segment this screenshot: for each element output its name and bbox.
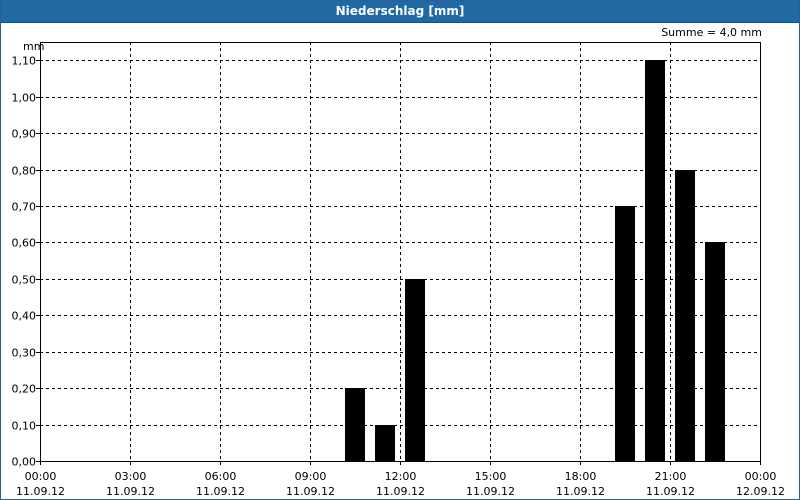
precipitation-bar xyxy=(645,60,665,461)
x-tick-date-label: 11.09.12 xyxy=(376,485,425,498)
y-axis-unit-label: mm xyxy=(23,40,44,53)
y-tick-label: 1,10 xyxy=(12,55,37,68)
y-tick-label: 0,80 xyxy=(12,165,37,178)
precipitation-chart: mm Summe = 4,0 mm 0,00 0,10 0,20 0,30 0,40 0,… xyxy=(12,26,785,498)
precipitation-bar xyxy=(405,279,425,461)
y-tick-label: 0,50 xyxy=(12,274,37,287)
x-tick-time-label: 03:00 xyxy=(115,470,147,483)
x-tick-date-label: 11.09.12 xyxy=(646,485,695,498)
x-tick-date-label: 11.09.12 xyxy=(16,485,65,498)
x-tick-time-label: 06:00 xyxy=(205,470,237,483)
x-tick-time-label: 15:00 xyxy=(475,470,507,483)
precipitation-bar xyxy=(375,425,395,461)
x-tick-time-label: 09:00 xyxy=(295,470,327,483)
y-tick-label: 1,00 xyxy=(12,92,37,105)
y-tick-label: 0,40 xyxy=(12,310,37,323)
x-tick-date-label: 11.09.12 xyxy=(196,485,245,498)
y-tick-label: 0,60 xyxy=(12,237,37,250)
x-tick-time-label: 00:00 xyxy=(25,470,57,483)
x-tick-time-label: 18:00 xyxy=(565,470,597,483)
precipitation-bar xyxy=(675,170,695,461)
y-tick-label: 0,20 xyxy=(12,383,37,396)
precipitation-bar xyxy=(345,388,365,461)
y-tick-label: 0,30 xyxy=(12,347,37,360)
x-tick-date-label: 11.09.12 xyxy=(286,485,335,498)
x-tick-time-label: 00:00 xyxy=(745,470,777,483)
y-tick-label: 0,90 xyxy=(12,128,37,141)
y-tick-label: 0,70 xyxy=(12,201,37,214)
precipitation-bar xyxy=(615,206,635,461)
sum-annotation: Summe = 4,0 mm xyxy=(661,26,762,39)
x-tick-date-label: 11.09.12 xyxy=(556,485,605,498)
y-tick-label: 0,00 xyxy=(12,456,37,469)
x-tick-time-label: 21:00 xyxy=(655,470,687,483)
precipitation-bar xyxy=(705,242,725,461)
y-tick-label: 0,10 xyxy=(12,420,37,433)
x-tick-date-label: 12.09.12 xyxy=(736,485,785,498)
x-tick-date-label: 11.09.12 xyxy=(466,485,515,498)
x-tick-date-label: 11.09.12 xyxy=(106,485,155,498)
x-tick-time-label: 12:00 xyxy=(385,470,417,483)
